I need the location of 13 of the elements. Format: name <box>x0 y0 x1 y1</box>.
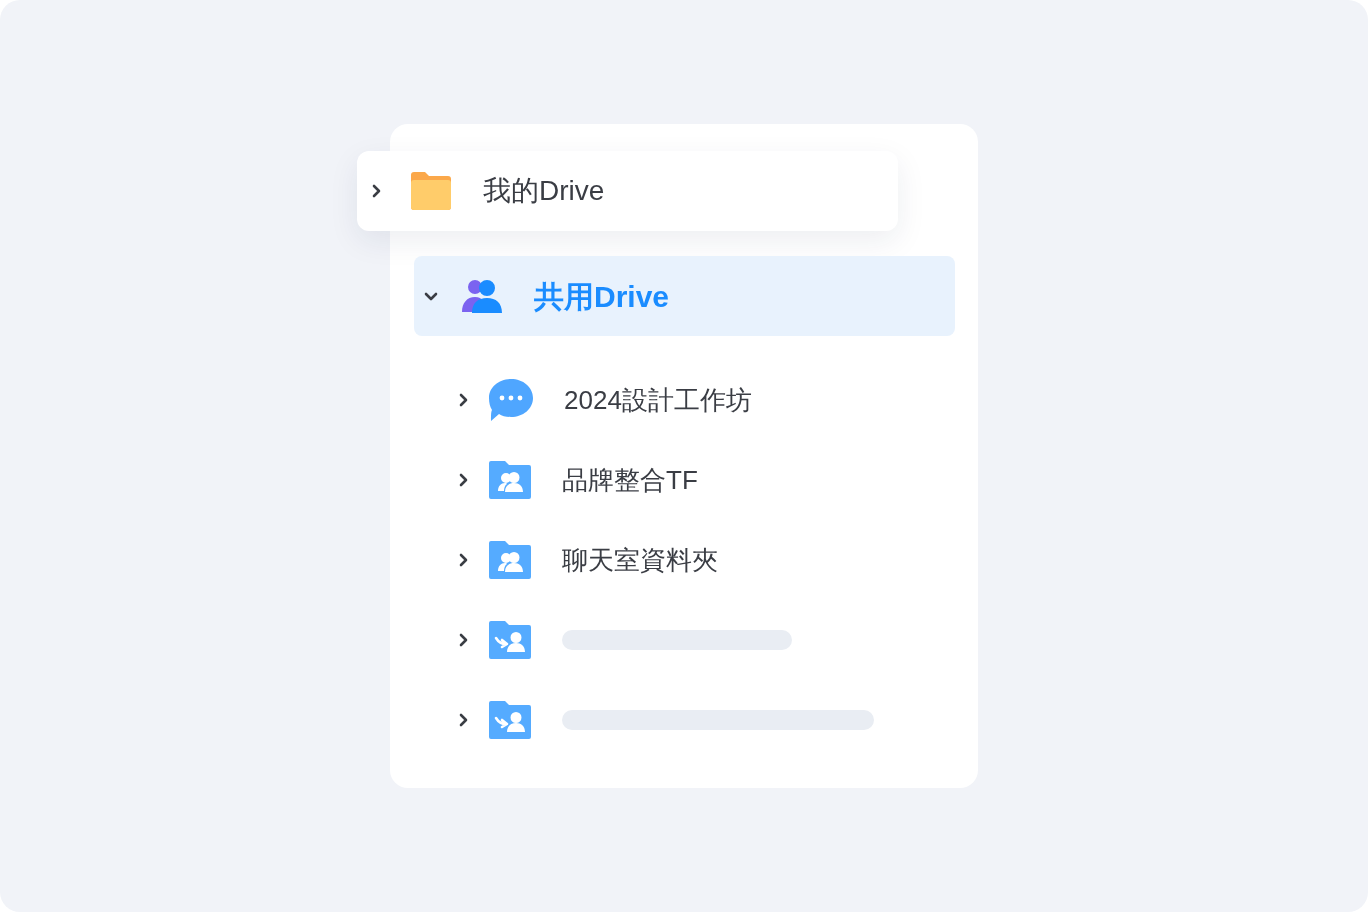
tree-item[interactable]: 我的Drive <box>357 151 898 231</box>
shared-folder-icon <box>488 700 532 740</box>
folder-icon <box>409 171 453 211</box>
tree-item-label: 品牌整合TF <box>562 463 698 497</box>
shared-folder-icon <box>488 460 532 500</box>
shared-folder-icon <box>488 620 532 660</box>
shared-folder-icon <box>488 540 532 580</box>
tree-item-label: 共用Drive <box>534 278 670 315</box>
people-icon <box>460 278 504 314</box>
tree-item-label: 2024設計工作坊 <box>564 383 752 417</box>
chat-bubble-icon <box>488 378 534 422</box>
tree-item-label: 聊天室資料夾 <box>562 543 718 577</box>
tree-item-label: 我的Drive <box>483 174 605 208</box>
